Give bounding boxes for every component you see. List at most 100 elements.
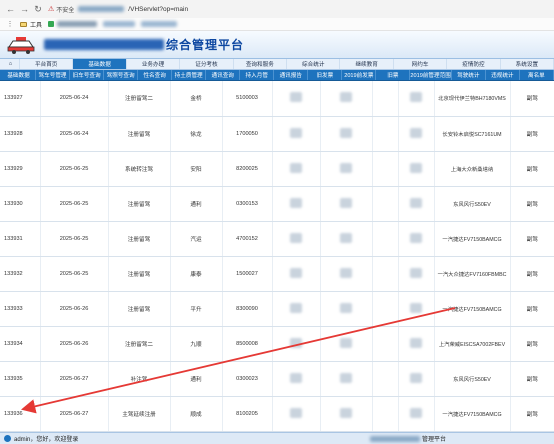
app-header: 综合管理平台	[0, 31, 554, 59]
bookmarks-bar: ⋮ 工具	[0, 18, 554, 31]
row-masked-field	[272, 81, 321, 117]
table-row[interactable]: 133935 2025-06-27 补注驾 通利 0300023 东风风行S50EV 副驾	[0, 361, 554, 398]
bookmark-masked[interactable]	[48, 21, 98, 27]
address-bar[interactable]: ⚠ 不安全 /VHServlet?op=main	[48, 5, 548, 14]
menu-item-2[interactable]: 业务办理	[127, 59, 181, 69]
menu-item-8[interactable]: 疫情防控	[447, 59, 501, 69]
submenu-item-3[interactable]: 驾照号查询	[104, 70, 139, 80]
row-region: 安阳	[170, 151, 223, 187]
table-row[interactable]: 133927 2025-06-24 注册留驾二 金桥 5100003 北京现代伊兰特BH7…	[0, 81, 554, 117]
row-action[interactable]: 副驾	[510, 116, 554, 152]
back-icon[interactable]: ←	[6, 4, 15, 14]
row-action[interactable]: 副驾	[510, 221, 554, 257]
submenu-item-5[interactable]: 持土质管理	[172, 70, 207, 80]
submenu-item-8[interactable]: 通讯报告	[274, 70, 309, 80]
row-action[interactable]: 副驾	[510, 151, 554, 187]
row-action[interactable]: 副驾	[510, 186, 554, 222]
row-type: 注册留驾	[108, 256, 171, 293]
table-row[interactable]: 133932 2025-06-25 注册留驾 康泰 1500027 一汽大众捷达FV716…	[0, 256, 554, 293]
menu-item-4[interactable]: 查询和服务	[234, 59, 288, 69]
table-row[interactable]: 133934 2025-06-26 注册留驾二 九顺 8500008 上汽荣威EISCSA…	[0, 326, 554, 363]
table-row[interactable]: 133929 2025-06-25 系统转注驾 安阳 8200025 上海大众新桑塔纳 副驾	[0, 151, 554, 187]
bookmark-masked-3[interactable]	[141, 21, 178, 27]
row-id: 133931	[0, 221, 41, 257]
row-spacer	[372, 186, 399, 222]
row-date: 2025-06-25	[40, 256, 109, 293]
row-model: 上海大众新桑塔纳	[434, 151, 511, 187]
row-date: 2025-06-25	[40, 186, 109, 222]
row-action[interactable]: 副驾	[510, 291, 554, 328]
data-table: 133927 2025-06-24 注册留驾二 金桥 5100003 北京现代伊兰特BH7…	[0, 81, 554, 432]
row-region: 金桥	[170, 81, 223, 117]
row-date: 2025-06-25	[40, 221, 109, 257]
row-model: 一汽捷达FV7150BAMCG	[434, 396, 511, 432]
table-row[interactable]: 133930 2025-06-25 注册留驾 通利 0300153 东风风行S50EV 副驾	[0, 186, 554, 222]
menu-item-6[interactable]: 继续教育	[340, 59, 394, 69]
home-icon[interactable]: ⌂	[2, 59, 20, 69]
row-spacer	[372, 291, 399, 328]
submenu-item-1[interactable]: 驾车号管理	[36, 70, 71, 80]
row-model: 东风风行S50EV	[434, 186, 511, 222]
menu-item-7[interactable]: 网约车	[394, 59, 448, 69]
row-masked-field	[320, 116, 373, 152]
submenu-item-10[interactable]: 2019前发票	[342, 70, 377, 80]
row-region: 通利	[170, 361, 223, 398]
reload-icon[interactable]: ↻	[34, 4, 42, 15]
row-spacer	[372, 116, 399, 152]
browser-toolbar: ← → ↻ ⚠ 不安全 /VHServlet?op=main	[0, 0, 554, 18]
submenu-item-2[interactable]: 旧车号查询	[70, 70, 105, 80]
row-masked-field	[272, 116, 321, 152]
row-id: 133928	[0, 116, 41, 152]
row-action[interactable]: 副驾	[510, 396, 554, 432]
row-action[interactable]: 副驾	[510, 361, 554, 398]
row-masked-field	[398, 116, 435, 152]
row-spacer	[372, 151, 399, 187]
table-row[interactable]: 133928 2025-06-24 注册留驾 徐龙 1700050 长安铃木启悦SC716…	[0, 116, 554, 152]
menu-item-3[interactable]: 证分考核	[180, 59, 234, 69]
bookmark-tools[interactable]: 工具	[20, 20, 42, 29]
submenu-item-12[interactable]: 2019前管理范围	[410, 70, 452, 80]
forward-icon[interactable]: →	[20, 4, 29, 14]
row-number: 1700050	[222, 116, 273, 152]
submenu-item-0[interactable]: 基础数据	[2, 70, 37, 80]
row-type: 注册留驾	[108, 221, 171, 257]
row-date: 2025-06-27	[40, 361, 109, 398]
bookmark-masked-2[interactable]	[103, 21, 136, 27]
submenu-item-15[interactable]: 离名单	[520, 70, 554, 80]
submenu-item-11[interactable]: 旧票	[376, 70, 411, 80]
row-masked-field	[320, 396, 373, 432]
table-row[interactable]: 133936 2025-06-27 主驾延续注册 顺成 8100205 一汽捷达FV715…	[0, 396, 554, 432]
row-action[interactable]: 副驾	[510, 326, 554, 363]
bookmark-manage-icon[interactable]: ⋮	[6, 20, 14, 28]
menu-item-0[interactable]: 平台首页	[20, 59, 74, 69]
table-row[interactable]: 133933 2025-06-26 注册留驾 平升 8300090 一汽捷达FV7150B…	[0, 291, 554, 328]
submenu-item-6[interactable]: 通讯查询	[206, 70, 241, 80]
row-model: 上汽荣威EISCSA7002FBEV	[434, 326, 511, 363]
row-action[interactable]: 副驾	[510, 81, 554, 117]
insecure-badge[interactable]: ⚠ 不安全	[48, 5, 74, 14]
row-id: 133936	[0, 396, 41, 432]
menu-item-5[interactable]: 综合统计	[287, 59, 341, 69]
row-masked-field	[320, 151, 373, 187]
row-model: 一汽捷达FV7150BAMCG	[434, 221, 511, 257]
menu-item-1[interactable]: 基础数据	[73, 59, 127, 69]
table-row[interactable]: 133931 2025-06-25 注册留驾 汽运 4700152 一汽捷达FV7150B…	[0, 221, 554, 257]
row-number: 0300153	[222, 186, 273, 222]
row-number: 8300090	[222, 291, 273, 328]
submenu-item-4[interactable]: 性名查询	[138, 70, 173, 80]
row-id: 133927	[0, 81, 41, 117]
row-action[interactable]: 副驾	[510, 256, 554, 293]
row-type: 注册留驾	[108, 291, 171, 328]
row-masked-field	[272, 396, 321, 432]
row-region: 康泰	[170, 256, 223, 293]
submenu-item-13[interactable]: 驾驶统计	[452, 70, 486, 80]
footer-title: 管理平台	[370, 434, 446, 443]
row-id: 133935	[0, 361, 41, 398]
row-spacer	[372, 361, 399, 398]
menu-item-9[interactable]: 系统设置	[501, 59, 554, 69]
submenu-item-7[interactable]: 持入月管	[240, 70, 275, 80]
row-date: 2025-06-26	[40, 291, 109, 328]
submenu-item-14[interactable]: 违规统计	[486, 70, 520, 80]
submenu-item-9[interactable]: 旧发票	[308, 70, 343, 80]
row-masked-field	[272, 326, 321, 363]
